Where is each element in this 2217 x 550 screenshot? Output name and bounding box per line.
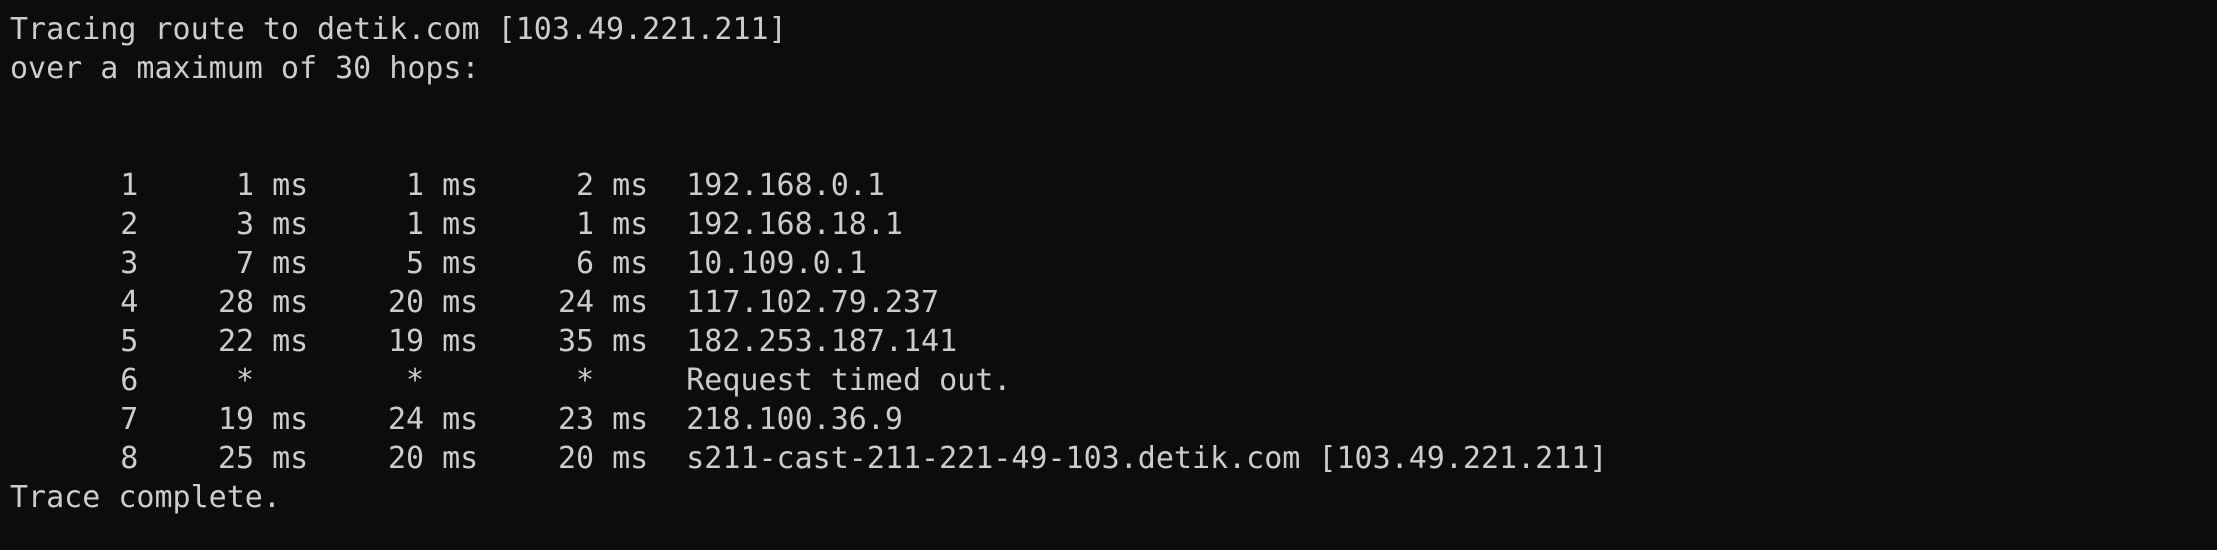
rtt-1: 25 ms xyxy=(217,441,309,476)
rtt-3: 2 ms xyxy=(576,168,649,203)
hop-host: 218.100.36.9 xyxy=(686,402,903,437)
hop-number: 3 xyxy=(120,246,139,281)
max-hops-line: over a maximum of 30 hops: xyxy=(10,51,480,86)
hop-number: 7 xyxy=(120,402,139,437)
rtt-1: * xyxy=(236,363,309,398)
hop-number: 8 xyxy=(120,441,139,476)
hop-host: 192.168.18.1 xyxy=(686,207,903,242)
rtt-2: 20 ms xyxy=(387,441,479,476)
hop-number: 2 xyxy=(120,207,139,242)
hop-number: 4 xyxy=(120,285,139,320)
rtt-2: 20 ms xyxy=(387,285,479,320)
hop-number: 6 xyxy=(120,363,139,398)
hop-number: 5 xyxy=(120,324,139,359)
rtt-2: 24 ms xyxy=(387,402,479,437)
hop-host: 117.102.79.237 xyxy=(686,285,940,320)
hop-host: Request timed out. xyxy=(686,363,1012,398)
rtt-1: 1 ms xyxy=(236,168,309,203)
hop-host: 10.109.0.1 xyxy=(686,246,867,281)
hop-host: 192.168.0.1 xyxy=(686,168,885,203)
rtt-3: 6 ms xyxy=(576,246,649,281)
rtt-3: 23 ms xyxy=(557,402,649,437)
hop-row: 1 1 ms 1 ms 2 ms 192.168.0.1 xyxy=(10,127,2217,203)
rtt-3: 1 ms xyxy=(576,207,649,242)
rtt-2: 5 ms xyxy=(406,246,479,281)
rtt-2: 1 ms xyxy=(406,207,479,242)
rtt-1: 28 ms xyxy=(217,285,309,320)
hop-host: 182.253.187.141 xyxy=(686,324,958,359)
terminal-window[interactable]: Tracing route to detik.com [103.49.221.2… xyxy=(0,0,2217,550)
rtt-3: 24 ms xyxy=(557,285,649,320)
rtt-3: 20 ms xyxy=(557,441,649,476)
rtt-1: 22 ms xyxy=(217,324,309,359)
hop-number: 1 xyxy=(120,168,139,203)
rtt-2: 19 ms xyxy=(387,324,479,359)
rtt-3: 35 ms xyxy=(557,324,649,359)
rtt-3: * xyxy=(576,363,649,398)
rtt-1: 19 ms xyxy=(217,402,309,437)
trace-target-line: Tracing route to detik.com [103.49.221.2… xyxy=(10,12,787,47)
rtt-2: * xyxy=(406,363,479,398)
trace-status-line: Trace complete. xyxy=(10,480,281,515)
rtt-1: 3 ms xyxy=(236,207,309,242)
rtt-1: 7 ms xyxy=(236,246,309,281)
rtt-2: 1 ms xyxy=(406,168,479,203)
hop-host: s211-cast-211-221-49-103.detik.com [103.… xyxy=(686,441,1608,476)
